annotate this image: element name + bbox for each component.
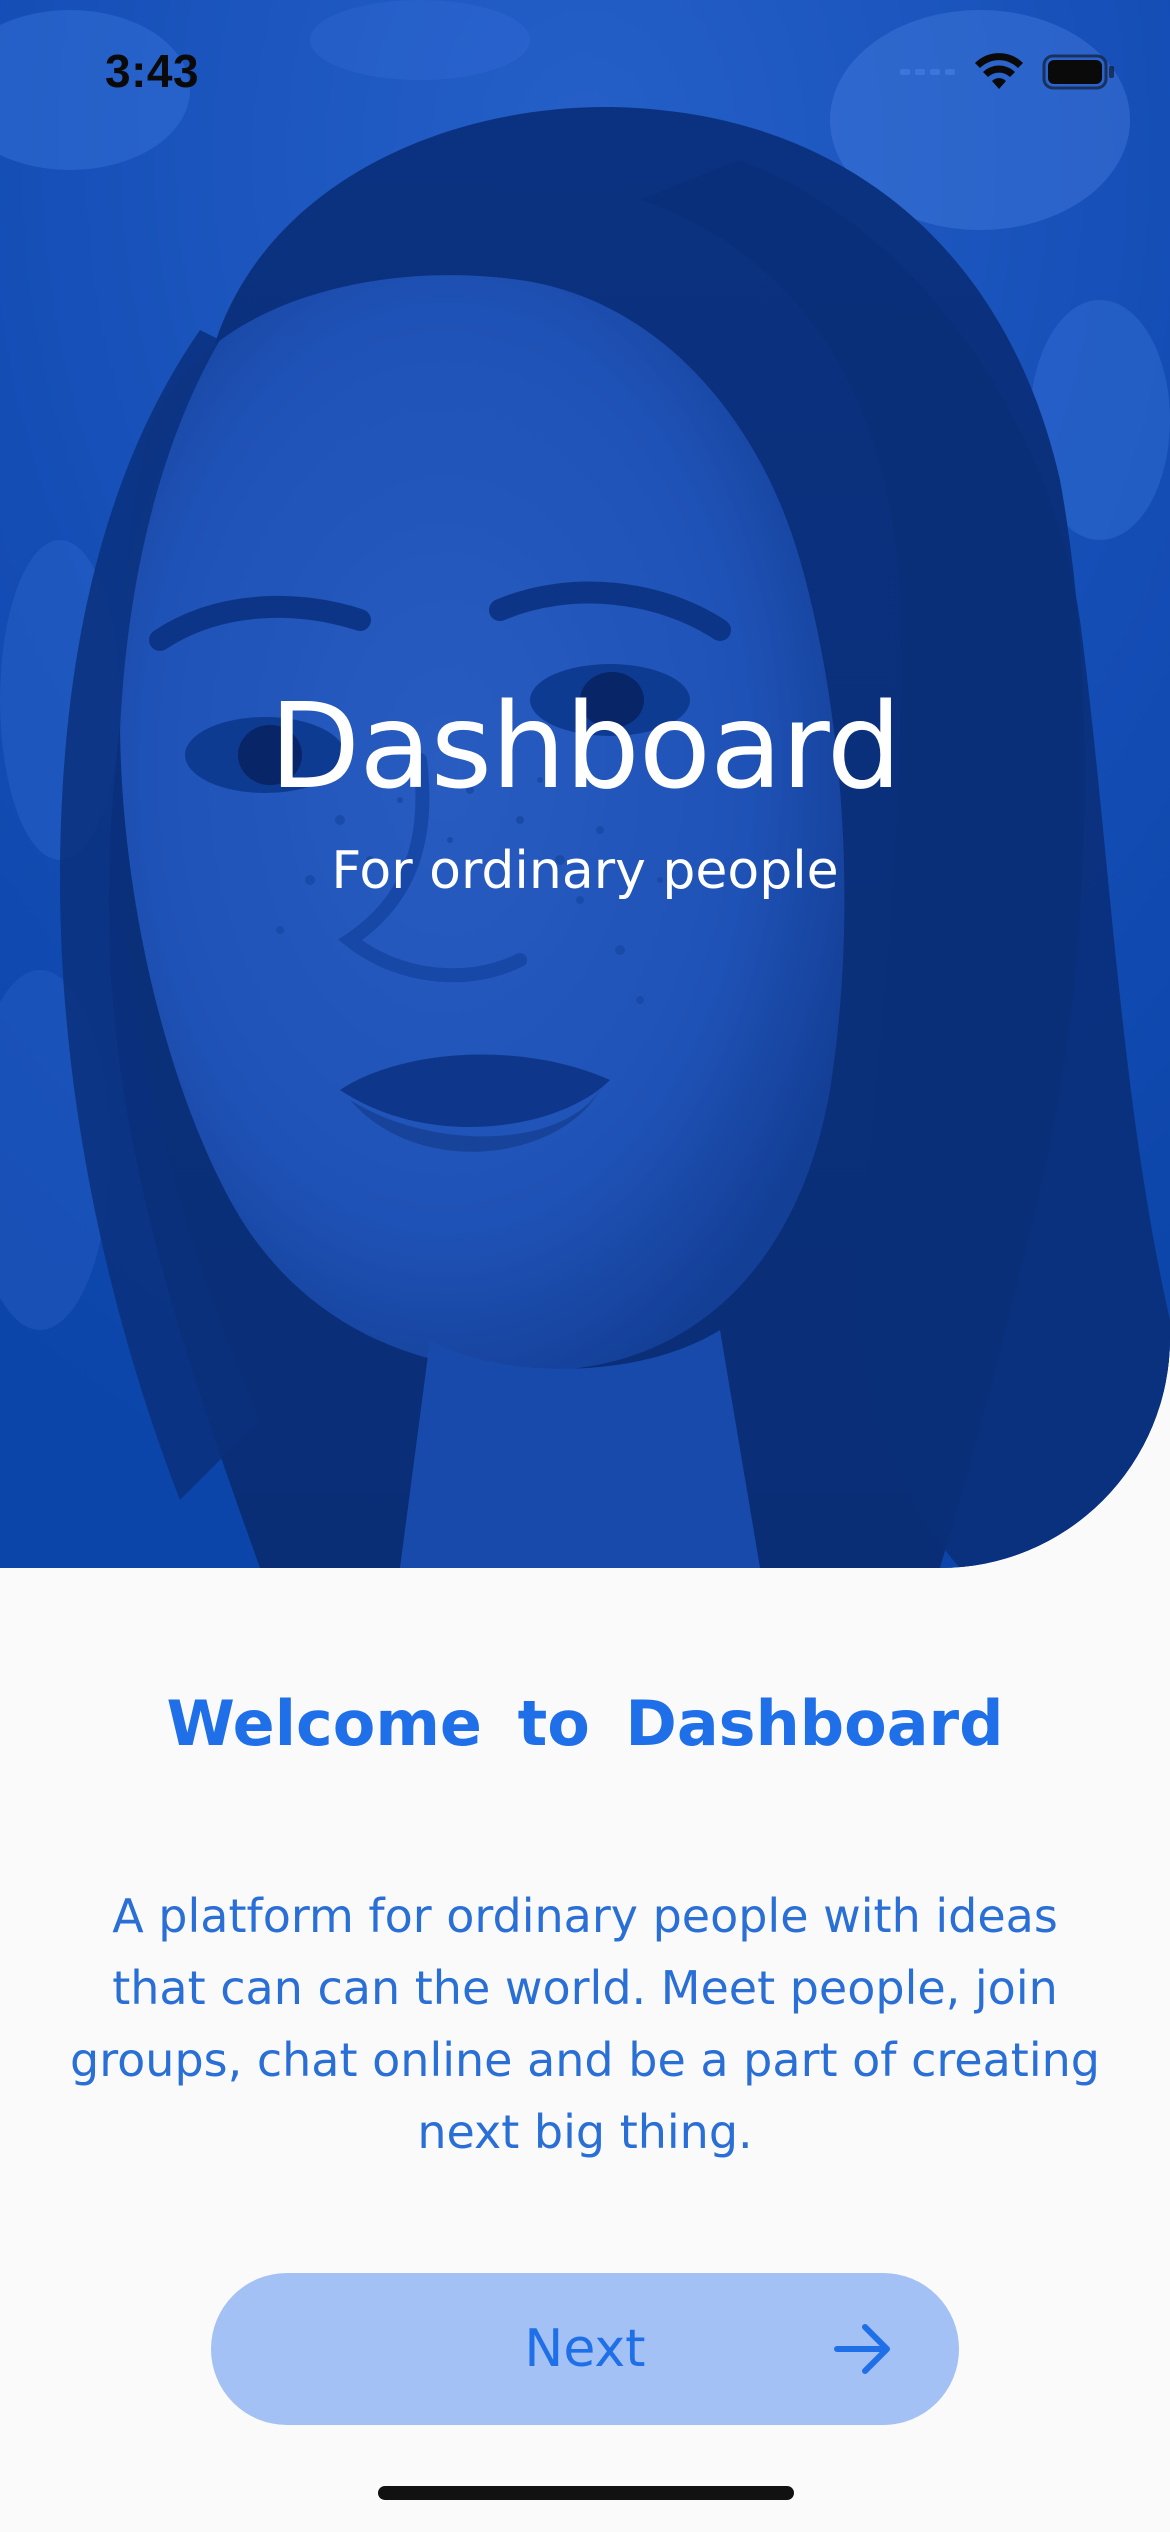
arrow-right-icon (834, 2324, 890, 2374)
description-text: A platform for ordinary people with idea… (70, 1889, 1100, 2159)
hero-subtitle: For ordinary people (331, 841, 839, 901)
cellular-signal-icon (900, 69, 955, 75)
battery-icon (1042, 54, 1114, 90)
welcome-heading: Welcome to Dashboard (166, 1687, 1004, 1760)
hero-section: 3:43 Dashboard For ordinary people (0, 0, 1170, 1568)
hero-title: Dashboard (269, 677, 901, 815)
home-indicator (378, 2486, 794, 2500)
next-button[interactable]: Next (211, 2273, 959, 2425)
status-icons (900, 52, 1116, 92)
wifi-icon (975, 53, 1023, 89)
status-time: 3:43 (105, 45, 200, 97)
onboarding-screen: 3:43 Dashboard For ordinary people Welco… (0, 0, 1170, 2532)
status-bar: 3:43 (0, 0, 1170, 150)
